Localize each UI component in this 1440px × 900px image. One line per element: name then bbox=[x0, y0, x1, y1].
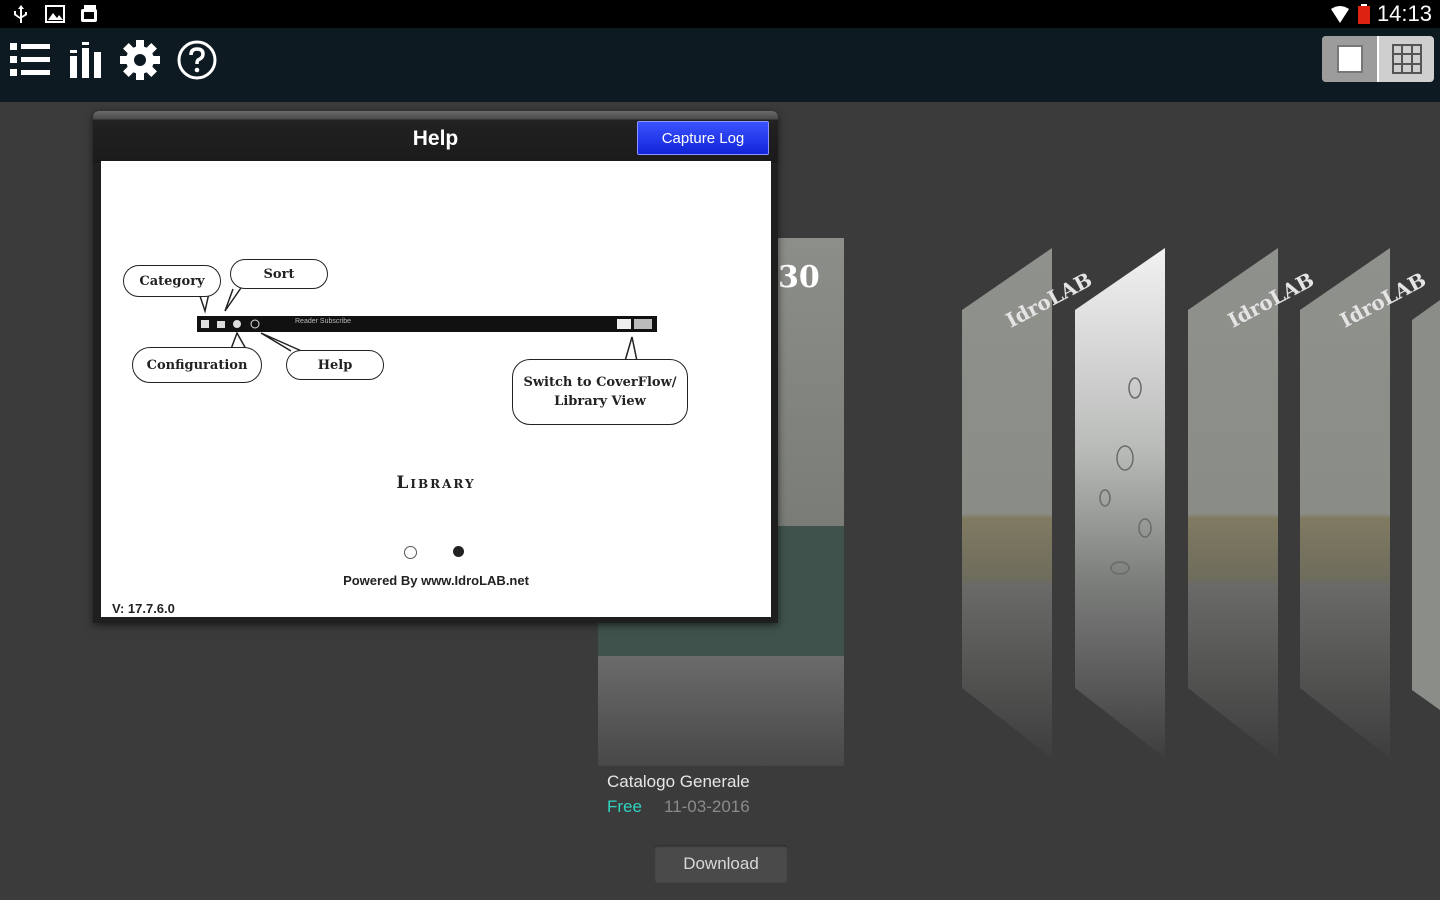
help-icon bbox=[177, 40, 217, 80]
side-cover-5-panel bbox=[1412, 300, 1440, 710]
help-callout: Help bbox=[286, 350, 384, 380]
switch-view-callout-line2: Library View bbox=[554, 394, 646, 409]
toolbar-diagram-text: Reader Subscribe bbox=[295, 318, 352, 325]
sort-button[interactable] bbox=[62, 36, 110, 84]
page-dot-2[interactable] bbox=[453, 546, 464, 557]
side-cover-5[interactable] bbox=[1412, 300, 1440, 710]
catalog-price: Free bbox=[607, 797, 642, 816]
view-switch bbox=[1322, 36, 1434, 82]
settings-button[interactable] bbox=[116, 36, 164, 84]
clock: 14:13 bbox=[1376, 1, 1432, 26]
cover-reflection bbox=[598, 656, 844, 766]
wifi-icon bbox=[1330, 6, 1349, 23]
side-cover-2-panel bbox=[1075, 248, 1165, 758]
settings-gear-icon bbox=[120, 40, 160, 80]
side-cover-1[interactable]: IdroLAB bbox=[962, 248, 1096, 758]
capture-log-button[interactable]: Capture Log bbox=[637, 121, 769, 155]
page-indicator bbox=[404, 546, 464, 559]
catalog-title: Catalogo Generale bbox=[607, 772, 750, 791]
help-content: Category Sort Configuration Help Switch … bbox=[101, 161, 771, 617]
grid-view-button[interactable] bbox=[1377, 36, 1434, 82]
notification-icons bbox=[10, 3, 100, 25]
status-bar: 14:13 bbox=[0, 0, 1440, 28]
usb-icon bbox=[14, 5, 27, 23]
switch-view-callout-line1: Switch to CoverFlow/ bbox=[523, 375, 677, 390]
help-dialog: Help Capture Log Category Sort Configura… bbox=[93, 111, 778, 623]
catalog-date: 11-03-2016 bbox=[664, 797, 750, 816]
side-cover-3[interactable]: IdroLAB bbox=[1188, 248, 1318, 758]
side-cover-4[interactable]: IdroLAB bbox=[1300, 248, 1430, 758]
configuration-callout: Configuration bbox=[132, 347, 262, 383]
category-list-icon bbox=[10, 43, 50, 76]
download-button[interactable]: Download bbox=[654, 845, 788, 883]
side-cover-2[interactable] bbox=[1075, 248, 1165, 758]
coverflow-view-icon bbox=[1336, 45, 1363, 73]
image-icon bbox=[45, 5, 65, 23]
help-button[interactable] bbox=[173, 36, 221, 84]
library-heading: Library bbox=[396, 473, 476, 493]
toolbar-diagram: Reader Subscribe bbox=[197, 316, 657, 332]
switch-view-callout: Switch to CoverFlow/ Library View bbox=[512, 359, 688, 425]
battery-icon bbox=[1357, 4, 1370, 24]
sort-icon bbox=[70, 42, 101, 78]
coverflow-view-button[interactable] bbox=[1322, 36, 1377, 82]
category-button[interactable] bbox=[6, 36, 54, 84]
powered-by-text: Powered By www.IdroLAB.net bbox=[343, 573, 529, 588]
side-cover-1-panel bbox=[962, 248, 1052, 758]
app-toolbar bbox=[0, 28, 1440, 102]
sort-callout: Sort bbox=[230, 259, 328, 289]
version-text: V: 17.7.6.0 bbox=[112, 601, 175, 616]
cover-logo: 30 bbox=[778, 260, 820, 295]
page-dot-1[interactable] bbox=[404, 546, 417, 559]
system-icons: 14:13 bbox=[1329, 0, 1432, 28]
grid-view-icon bbox=[1391, 44, 1422, 74]
screenshot-icon bbox=[81, 5, 97, 22]
category-callout: Category bbox=[123, 265, 221, 297]
toolbar-diagram-icons bbox=[201, 319, 652, 329]
